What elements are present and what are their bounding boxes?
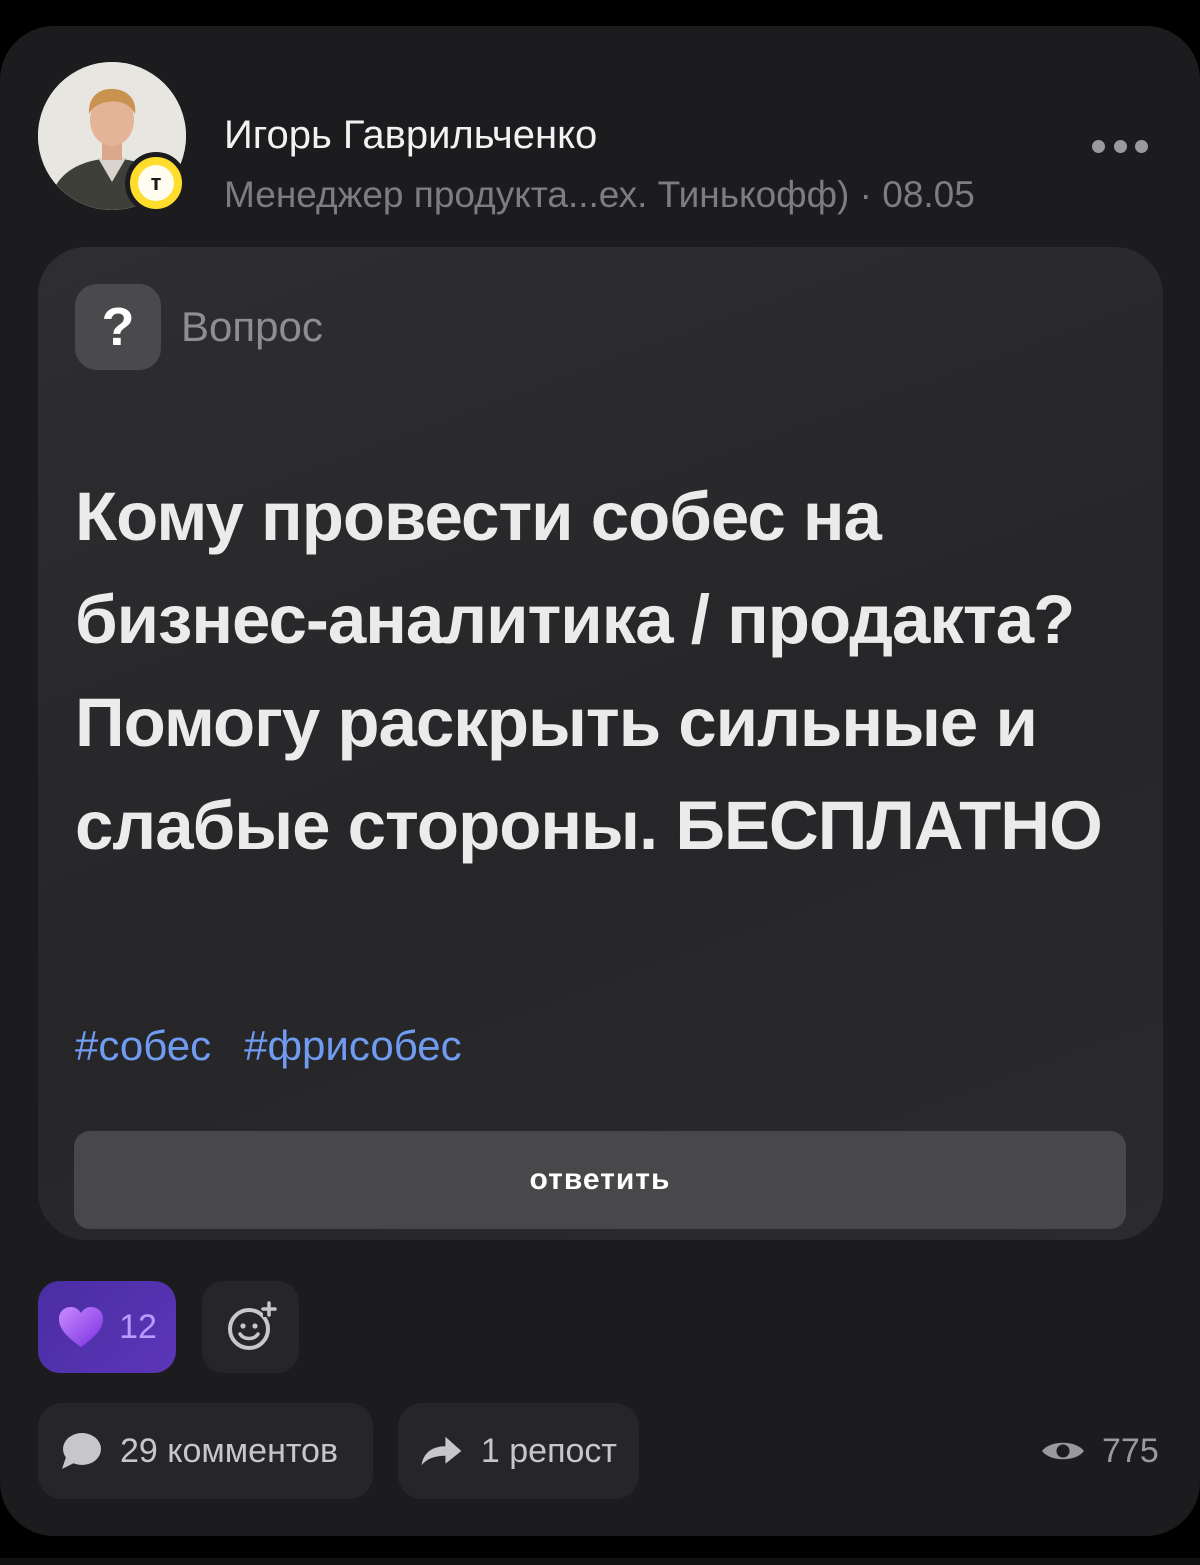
heart-icon [59,1307,104,1347]
verified-badge: т [125,152,187,214]
question-title[interactable]: Кому провести собес на бизнес-аналитика … [75,465,1135,877]
tag-link[interactable]: #фрисобес [244,1020,462,1072]
author-name[interactable]: Игорь Гаврильченко [224,110,597,160]
answer-button[interactable]: ответить [74,1131,1126,1229]
comment-icon [62,1433,101,1469]
more-dots-icon[interactable] [1092,136,1148,156]
add-reaction-button[interactable] [202,1281,299,1373]
author-meta: Менеджер продукта...ех. Тинькофф) · 08.0… [224,174,975,215]
question-card: ? Вопрос Кому провести собес на бизнес-а… [38,247,1163,1240]
add-reaction-icon [227,1301,277,1350]
badge-letter: т [138,165,174,201]
tag-list: #собес #фрисобес [75,1020,462,1072]
eye-icon [1042,1442,1084,1460]
like-button[interactable]: 12 [38,1281,176,1373]
comments-button[interactable]: 29 комментов [38,1403,373,1499]
repost-button[interactable]: 1 репост [398,1403,639,1499]
next-card-edge [0,1558,1200,1565]
repost-count: 1 репост [480,1431,617,1470]
question-icon: ? [75,284,161,370]
like-count: 12 [119,1307,157,1346]
comments-count: 29 комментов [120,1431,339,1470]
views-count: 775 [1102,1431,1159,1470]
repost-icon [421,1436,462,1466]
tag-link[interactable]: #собес [75,1020,211,1072]
views-counter: 775 [1040,1426,1159,1476]
post-card: т Игорь Гаврильченко Менеджер продукта..… [0,26,1200,1536]
question-type-label: Вопрос [181,303,323,350]
